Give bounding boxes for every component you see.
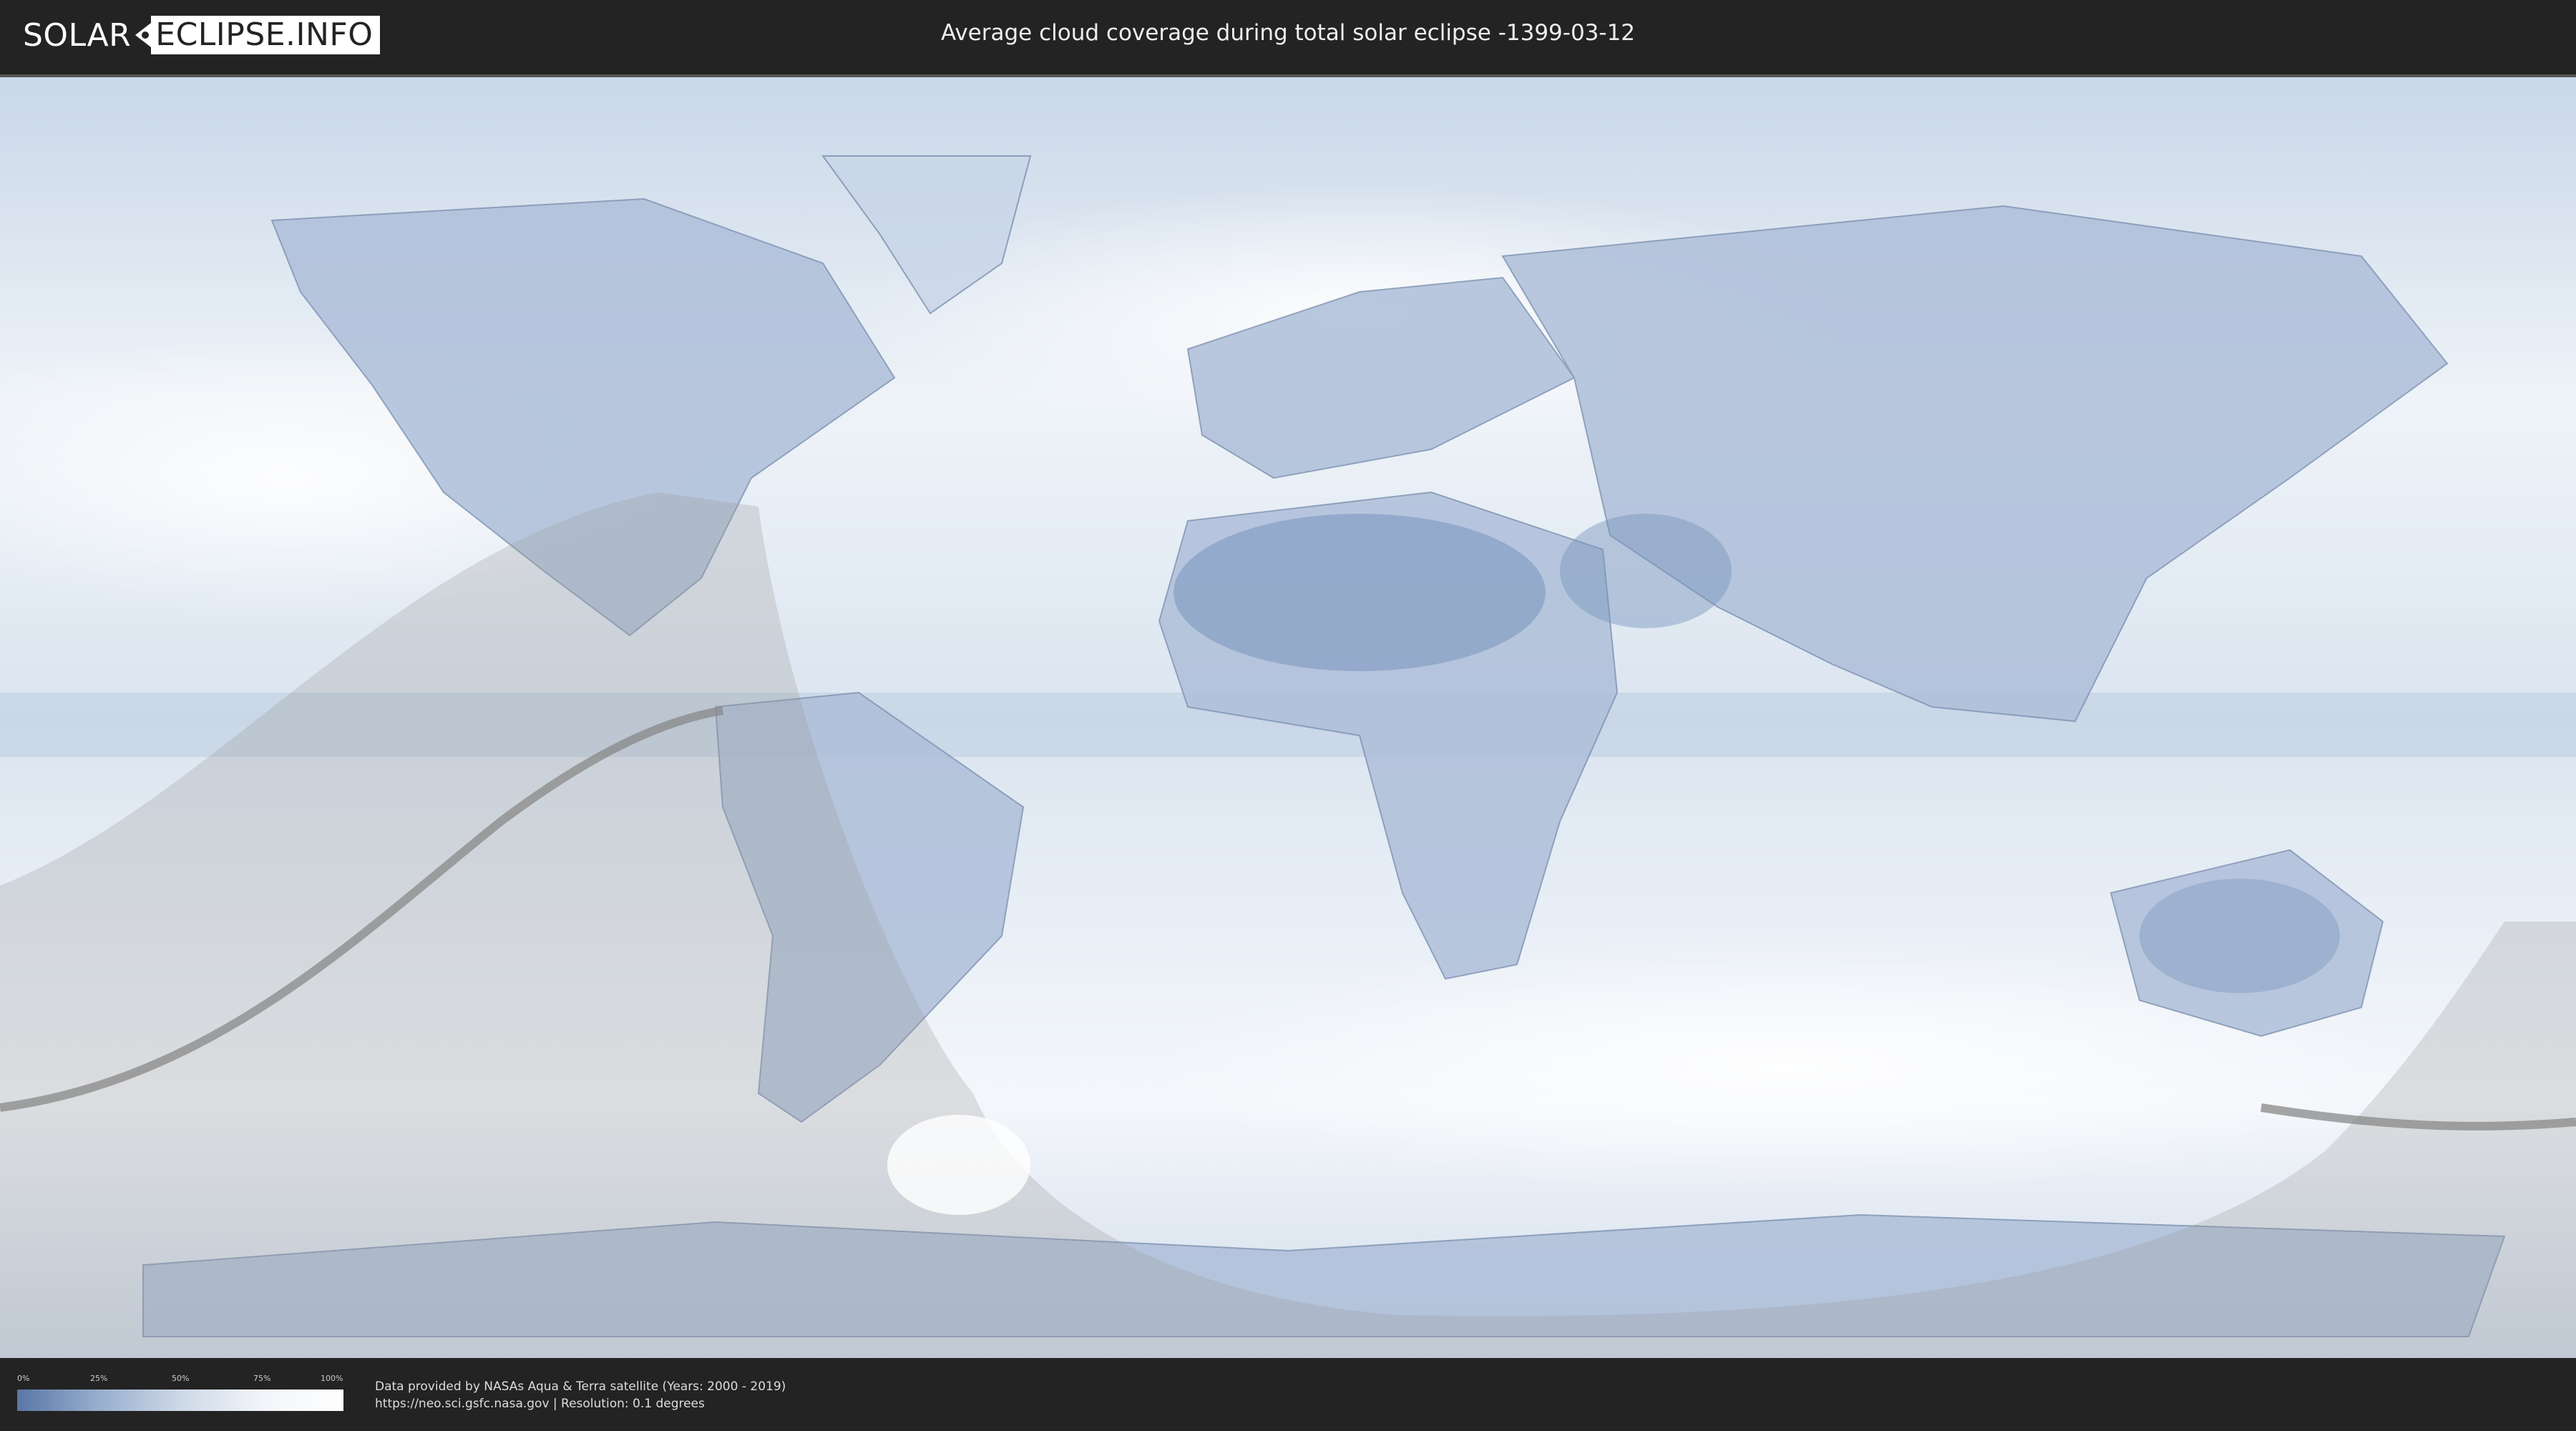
credit-data-source: Data provided by NASAs Aqua & Terra sate… (375, 1379, 786, 1394)
legend-color-scale (17, 1390, 343, 1411)
cloud-coverage-map[interactable] (0, 74, 2576, 1359)
cloud-coverage-legend: 0% 25% 50% 75% 100% (17, 1374, 343, 1417)
world-map-svg (0, 77, 2576, 1359)
legend-tick-0: 0% (17, 1374, 30, 1383)
sahara-clear-region (1174, 514, 1546, 671)
legend-tick-75: 75% (253, 1374, 271, 1383)
legend-tick-25: 25% (90, 1374, 108, 1383)
header-bar: SOLAR ECLIPSE.INFO Average cloud coverag… (0, 0, 2576, 70)
page-title: Average cloud coverage during total sola… (940, 20, 1636, 46)
credit-resolution[interactable]: https://neo.sci.gsfc.nasa.gov | Resoluti… (375, 1397, 705, 1411)
cloud-patch-south-atlantic (887, 1115, 1030, 1215)
footer-bar (0, 1358, 2576, 1431)
legend-tick-100: 100% (321, 1374, 343, 1383)
australia-clear-region (2140, 879, 2340, 993)
legend-tick-50: 50% (172, 1374, 190, 1383)
arabia-clear-region (1560, 514, 1732, 628)
